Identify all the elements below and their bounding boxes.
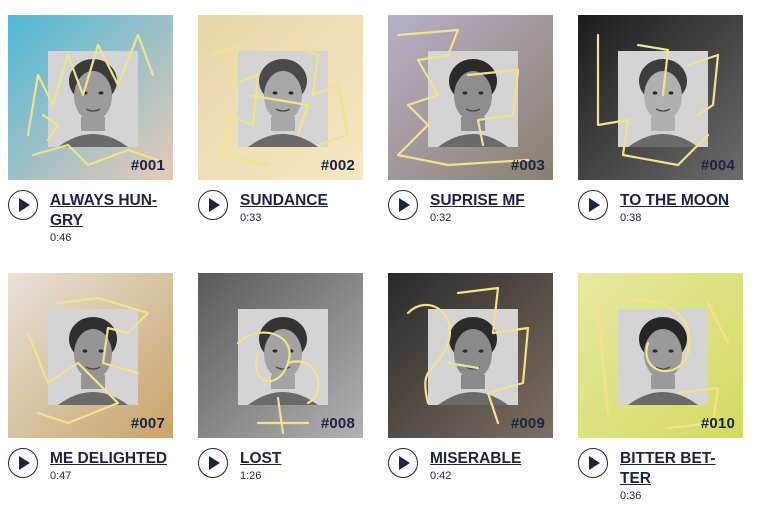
track-title-link[interactable]: SUNDANCE [240, 191, 362, 211]
play-icon [589, 198, 600, 212]
play-button[interactable] [8, 448, 38, 478]
track-card: #004 TO THE MOON 0:38 [578, 15, 743, 250]
track-title-link[interactable]: MISERABLE [430, 449, 552, 469]
track-meta: SUNDANCE 0:33 [198, 180, 363, 250]
track-duration: 0:36 [620, 490, 642, 502]
track-meta: LOST 1:26 [198, 438, 363, 508]
scribble-overlay [236, 331, 320, 435]
play-button[interactable] [198, 448, 228, 478]
track-title-link[interactable]: ALWAYS HUN-GRY [50, 191, 172, 231]
track-number: #002 [320, 157, 355, 174]
track-meta: BITTER BET-TER 0:36 [578, 438, 743, 508]
play-button[interactable] [578, 190, 608, 220]
track-card: #008 LOST 1:26 [198, 273, 363, 508]
track-number: #004 [700, 157, 735, 174]
track-title-link[interactable]: TO THE MOON [620, 191, 742, 211]
scribble-overlay [396, 28, 530, 167]
track-title-link[interactable]: ME DELIGHTED [50, 449, 172, 469]
scribble-overlay [596, 33, 720, 167]
track-thumbnail[interactable]: #010 [578, 273, 743, 438]
track-title-link[interactable]: BITTER BET-TER [620, 449, 742, 489]
track-thumbnail[interactable]: #001 [8, 15, 173, 180]
track-duration: 0:33 [240, 212, 262, 224]
track-title-link[interactable]: SUPRISE MF [430, 191, 552, 211]
track-meta: ALWAYS HUN-GRY 0:46 [8, 180, 173, 250]
track-card: #010 BITTER BET-TER 0:36 [578, 273, 743, 508]
track-meta: MISERABLE 0:42 [388, 438, 553, 508]
play-button[interactable] [8, 190, 38, 220]
track-number: #007 [130, 415, 165, 432]
play-icon [209, 198, 220, 212]
track-thumbnail[interactable]: #003 [388, 15, 553, 180]
track-meta: TO THE MOON 0:38 [578, 180, 743, 250]
track-duration: 0:42 [430, 470, 452, 482]
track-number: #008 [320, 415, 355, 432]
play-button[interactable] [198, 190, 228, 220]
scribble-overlay [26, 296, 150, 425]
play-icon [399, 456, 410, 470]
track-card: #002 SUNDANCE 0:33 [198, 15, 363, 250]
track-card: #007 ME DELIGHTED 0:47 [8, 273, 173, 508]
track-meta: ME DELIGHTED 0:47 [8, 438, 173, 508]
play-icon [209, 456, 220, 470]
track-card: #003 SUPRISE MF 0:32 [388, 15, 553, 250]
track-number: #001 [130, 157, 165, 174]
track-card: #009 MISERABLE 0:42 [388, 273, 553, 508]
scribble-overlay [211, 43, 350, 167]
play-icon [19, 456, 30, 470]
track-thumbnail[interactable]: #009 [388, 273, 553, 438]
track-thumbnail[interactable]: #007 [8, 273, 173, 438]
track-thumbnail[interactable]: #008 [198, 273, 363, 438]
play-icon [589, 456, 600, 470]
track-number: #003 [510, 157, 545, 174]
track-duration: 0:47 [50, 470, 72, 482]
track-thumbnail[interactable]: #004 [578, 15, 743, 180]
track-number: #009 [510, 415, 545, 432]
play-button[interactable] [388, 448, 418, 478]
track-card: #001 ALWAYS HUN-GRY 0:46 [8, 15, 173, 250]
scribble-overlay [596, 299, 730, 430]
track-thumbnail[interactable]: #002 [198, 15, 363, 180]
track-meta: SUPRISE MF 0:32 [388, 180, 553, 250]
track-title-link[interactable]: LOST [240, 449, 362, 469]
play-button[interactable] [388, 190, 418, 220]
play-button[interactable] [578, 448, 608, 478]
play-icon [399, 198, 410, 212]
track-duration: 0:46 [50, 232, 72, 244]
track-duration: 0:32 [430, 212, 452, 224]
track-duration: 1:26 [240, 470, 262, 482]
scribble-overlay [406, 286, 530, 425]
play-icon [19, 198, 30, 212]
scribble-overlay [26, 33, 160, 167]
track-number: #010 [700, 415, 735, 432]
track-duration: 0:38 [620, 212, 642, 224]
